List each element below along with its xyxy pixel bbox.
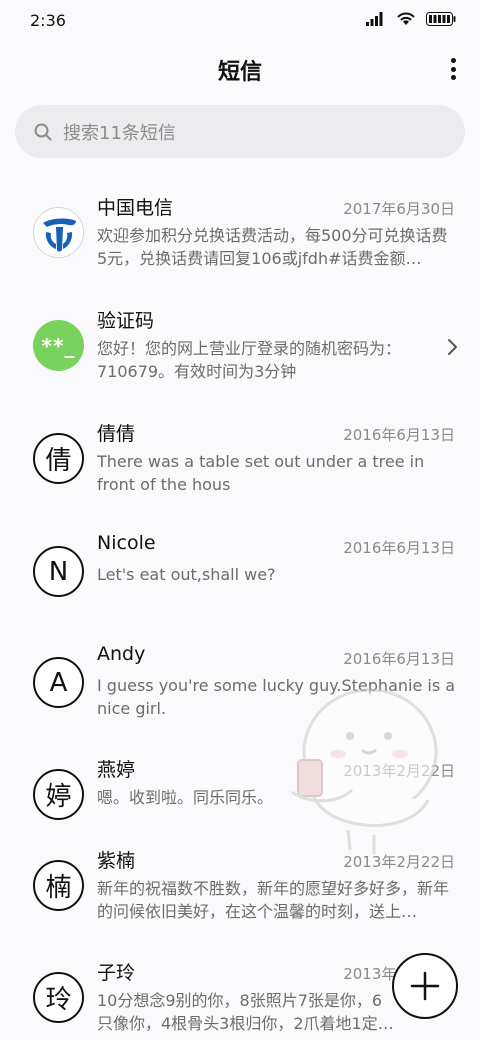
status-time: 2:36 (30, 11, 66, 30)
conversation-name: 紫楠 (97, 850, 136, 872)
conversation-name: 中国电信 (97, 197, 174, 219)
conversation-preview: There was a table set out under a tree i… (97, 452, 425, 494)
more-vertical-icon (450, 58, 456, 63)
avatar (33, 207, 84, 258)
conversation-name: 验证码 (97, 310, 155, 332)
conversation-name: 子玲 (97, 962, 136, 984)
conversation-preview: I guess you're some lucky guy.Stephanie … (97, 676, 456, 718)
conversation-row[interactable]: **_ 验证码 您好！您的网上营业厅登录的随机密码为：710679。有效时间为3… (0, 288, 480, 401)
chevron-right-icon[interactable] (446, 338, 458, 356)
conversation-name: 燕婷 (97, 759, 136, 781)
avatar: 楠 (33, 860, 84, 911)
battery-icon (426, 12, 456, 26)
conversation-name: Nicole (97, 532, 156, 554)
conversation-date: 2013年2月22日 (343, 853, 455, 871)
conversation-row[interactable]: 中国电信 2017年6月30日 欢迎参加积分兑换话费活动，每500分可兑换话费5… (0, 175, 480, 288)
avatar: N (33, 546, 84, 597)
wifi-icon (397, 12, 415, 25)
compose-button[interactable] (392, 953, 458, 1019)
china-telecom-logo-icon (36, 210, 81, 255)
conversation-name: Andy (97, 643, 146, 665)
conversation-preview: 嗯。收到啦。同乐同乐。 (97, 788, 274, 807)
conversation-date: 2016年6月13日 (343, 650, 455, 668)
avatar: A (33, 657, 84, 708)
avatar: 倩 (33, 433, 84, 484)
status-icons (366, 12, 456, 26)
conversation-preview: 10分想念9别的你，8张照片7张是你，6只像你，4根骨头3根归你，2爪着地1定是… (97, 991, 383, 1033)
avatar: 婷 (33, 769, 84, 820)
status-bar: 2:36 (0, 0, 480, 40)
signal-icon (366, 12, 383, 26)
conversation-row[interactable]: 楠 紫楠 2013年2月22日 新年的祝福数不胜数，新年的愿望好多好多，新年的问… (0, 828, 480, 941)
messages-screen: 2:36 短信 搜索11条短信 中国电信 2017年6月30日 欢迎参加积分兑换… (0, 0, 480, 1040)
more-options-button[interactable] (448, 54, 458, 84)
conversation-row[interactable]: A Andy 2016年6月13日 I guess you're some lu… (0, 625, 480, 738)
conversation-preview: 欢迎参加积分兑换话费活动，每500分可兑换话费5元，兑换话费请回复106或jfd… (97, 226, 448, 268)
avatar: 玲 (33, 972, 84, 1023)
conversation-preview: 新年的祝福数不胜数，新年的愿望好多好多，新年的问候依旧美好，在这个温馨的时刻，送… (97, 879, 450, 921)
app-header: 短信 (0, 40, 480, 100)
search-input[interactable]: 搜索11条短信 (15, 105, 465, 158)
conversation-name: 倩倩 (97, 423, 136, 445)
conversation-row[interactable]: N Nicole 2016年6月13日 Let's eat out,shall … (0, 514, 480, 627)
conversation-date: 2013年2月22日 (343, 762, 455, 780)
conversation-preview: 您好！您的网上营业厅登录的随机密码为：710679。有效时间为3分钟 (97, 339, 402, 381)
conversation-date: 2016年6月13日 (343, 539, 455, 557)
page-title: 短信 (217, 60, 262, 85)
search-icon (34, 123, 52, 140)
conversation-row[interactable]: 倩 倩倩 2016年6月13日 There was a table set ou… (0, 401, 480, 514)
avatar: **_ (33, 320, 84, 371)
conversation-preview: Let's eat out,shall we? (97, 565, 276, 584)
search-placeholder: 搜索11条短信 (63, 122, 176, 144)
conversation-date: 2017年6月30日 (343, 200, 455, 218)
conversation-date: 2016年6月13日 (343, 426, 455, 444)
plus-icon (410, 971, 440, 1001)
